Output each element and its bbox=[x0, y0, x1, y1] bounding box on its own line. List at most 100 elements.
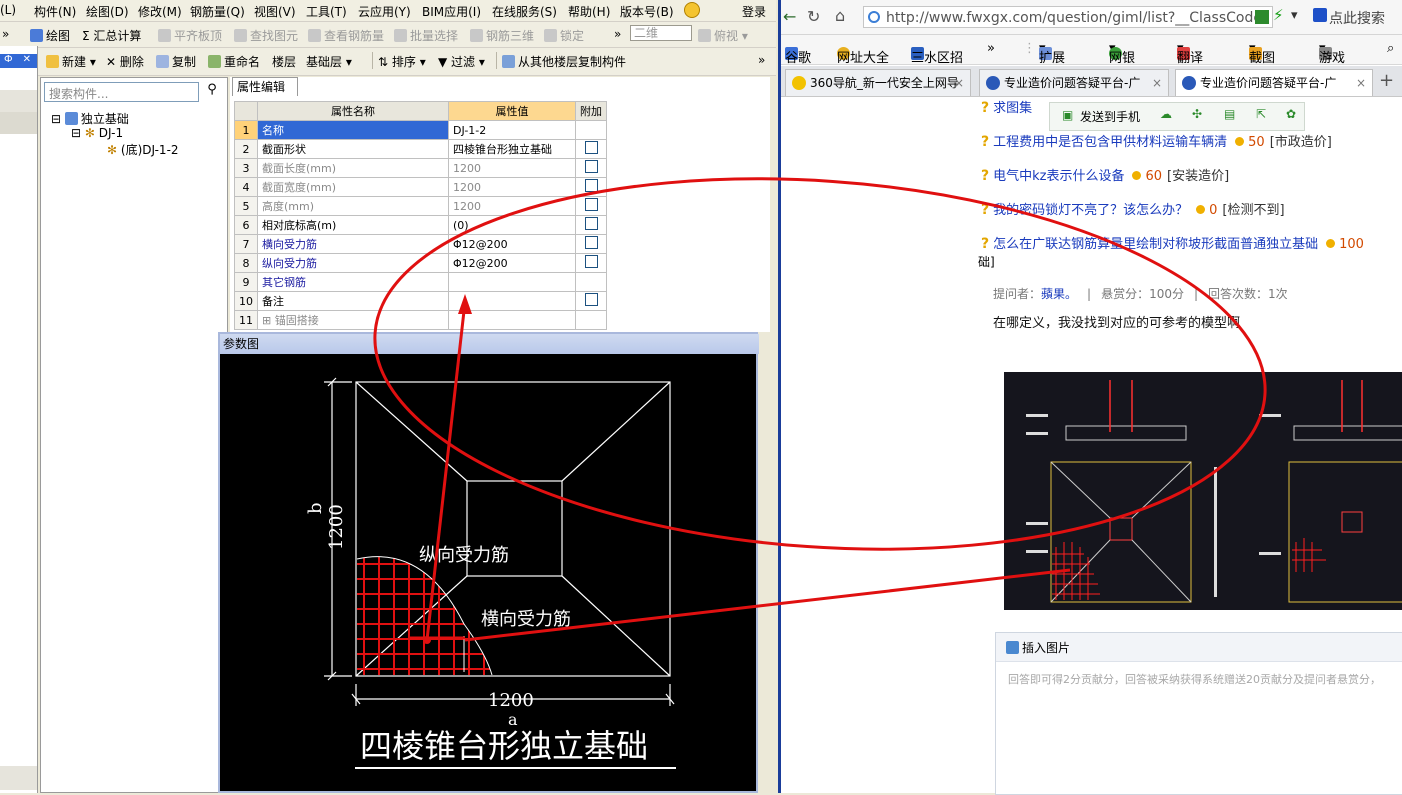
screenshot-button[interactable]: 截图 ▾ bbox=[1249, 41, 1275, 66]
extensions-button[interactable]: 扩展 ▾ bbox=[1039, 41, 1065, 66]
property-name[interactable]: 其它钢筋 bbox=[257, 272, 449, 292]
lightning-icon[interactable]: ⚡ bbox=[1273, 6, 1284, 24]
view-rebar-button[interactable]: 查看钢筋量 bbox=[308, 27, 384, 44]
property-value-input[interactable] bbox=[448, 272, 576, 292]
property-row[interactable]: 4 截面宽度(mm) 1200 bbox=[234, 177, 607, 197]
search-hint[interactable]: 点此搜索 bbox=[1329, 8, 1385, 28]
chevron-double-right-icon[interactable]: » bbox=[2, 27, 9, 41]
batch-select-button[interactable]: 批量选择 bbox=[394, 27, 458, 44]
extra-checkbox[interactable] bbox=[584, 293, 598, 306]
send-to-phone-button[interactable]: 发送到手机 bbox=[1080, 108, 1140, 125]
property-value-input[interactable]: (0) bbox=[448, 215, 576, 235]
property-row[interactable]: 8 纵向受力筋 Φ12@200 bbox=[234, 253, 607, 273]
helmet-icon[interactable] bbox=[684, 2, 700, 18]
property-name[interactable]: 横向受力筋 bbox=[257, 234, 449, 254]
property-value-input[interactable]: 1200 bbox=[448, 196, 576, 216]
component-search-input[interactable]: 搜索构件... bbox=[44, 82, 199, 102]
chevron-double-right-icon[interactable]: » bbox=[758, 53, 765, 67]
answer-textarea[interactable]: 回答即可得2分贡献分，回答被采纳获得系统赠送20贡献分及提问者悬赏分， bbox=[1008, 671, 1381, 687]
back-arrow-icon[interactable]: ← bbox=[783, 7, 796, 26]
collapse-icon[interactable]: ⊟ bbox=[51, 112, 61, 126]
qr-code-icon[interactable] bbox=[1255, 10, 1269, 24]
tree-leaf-node[interactable]: ✻ (底)DJ-1-2 bbox=[107, 141, 179, 158]
translate-button[interactable]: 翻译 ▾ bbox=[1177, 41, 1203, 66]
share-icon[interactable]: ⇱ bbox=[1256, 107, 1266, 121]
pin-icon[interactable]: Ф bbox=[4, 54, 13, 65]
question-item[interactable]: ? 电气中kz表示什么设备 60 [安装造价] bbox=[981, 165, 1229, 184]
menu-item-version[interactable]: 版本号(B) bbox=[620, 3, 674, 20]
question-item[interactable]: ? 求图集 bbox=[981, 97, 1032, 116]
tab-fwxgx-active[interactable]: 专业造价问题答疑平台-广 × bbox=[1175, 69, 1373, 96]
nav-item[interactable] bbox=[0, 90, 37, 112]
property-name[interactable]: 截面长度(mm) bbox=[257, 158, 449, 178]
extra-checkbox[interactable] bbox=[584, 179, 598, 192]
tree-child-node[interactable]: ⊟ ✻ DJ-1 bbox=[71, 126, 123, 140]
new-button[interactable]: 新建 ▾ bbox=[46, 53, 96, 70]
gear-icon[interactable]: ✿ bbox=[1286, 107, 1296, 121]
menu-item-component[interactable]: 构件(N) bbox=[34, 3, 76, 20]
url-input[interactable]: http://www.fwxgx.com/question/giml/list?… bbox=[863, 6, 1273, 28]
question-item[interactable]: ? 我的密码锁灯不亮了？该怎么办？ 0 [检测不到] bbox=[981, 199, 1285, 218]
bank-button[interactable]: 网银 ▾ bbox=[1109, 41, 1135, 66]
property-value-input[interactable]: Φ12@200 bbox=[448, 234, 576, 254]
cad-drawing-image[interactable] bbox=[1004, 372, 1402, 610]
property-row[interactable]: 1 名称 DJ-1-2 bbox=[234, 120, 607, 140]
floor-select[interactable]: 基础层 ▾ bbox=[306, 53, 352, 70]
question-title-link[interactable]: 电气中kz表示什么设备 bbox=[993, 169, 1124, 184]
property-value-input[interactable] bbox=[448, 291, 576, 311]
find-element-button[interactable]: 查找图元 bbox=[234, 27, 298, 44]
nav-item[interactable] bbox=[0, 112, 37, 134]
delete-button[interactable]: ✕ 删除 bbox=[106, 53, 144, 70]
menu-item-rebar-qty[interactable]: 钢筋量(Q) bbox=[190, 3, 245, 20]
phone-icon[interactable]: ▣ bbox=[1062, 108, 1073, 122]
extra-checkbox[interactable] bbox=[584, 141, 598, 154]
asker-name[interactable]: 蘋果。 bbox=[1041, 287, 1077, 301]
tab-property-edit[interactable]: 属性编辑 bbox=[232, 77, 298, 96]
property-name[interactable]: ⊞ 锚固搭接 bbox=[257, 310, 449, 330]
question-category[interactable]: [检测不到] bbox=[1222, 203, 1284, 218]
close-tab-icon[interactable]: × bbox=[954, 70, 964, 96]
property-name[interactable]: 高度(mm) bbox=[257, 196, 449, 216]
question-category[interactable]: [安装造价] bbox=[1167, 169, 1229, 184]
property-name[interactable]: 纵向受力筋 bbox=[257, 253, 449, 273]
search-icon[interactable]: ⌕ bbox=[1387, 41, 1394, 56]
property-row[interactable]: 7 横向受力筋 Φ12@200 bbox=[234, 234, 607, 254]
view-direction-select[interactable]: 俯视 ▾ bbox=[698, 27, 748, 44]
close-tab-icon[interactable]: × bbox=[1356, 70, 1366, 96]
insert-image-button[interactable]: 插入图片 bbox=[1022, 641, 1070, 655]
property-row[interactable]: 2 截面形状 四棱锥台形独立基础 bbox=[234, 139, 607, 159]
menu-item-modify[interactable]: 修改(M) bbox=[138, 3, 182, 20]
chevron-double-right-icon[interactable]: » bbox=[614, 27, 621, 41]
property-value-input[interactable]: 四棱锥台形独立基础 bbox=[448, 139, 576, 159]
games-button[interactable]: 游戏 ▾ bbox=[1319, 41, 1345, 66]
search-icon[interactable]: ⚲ bbox=[201, 82, 223, 102]
tree-root-node[interactable]: ⊟ 独立基础 bbox=[51, 110, 129, 127]
question-title-link[interactable]: 求图集 bbox=[993, 101, 1032, 116]
chevron-down-icon[interactable]: ▾ bbox=[1291, 8, 1298, 23]
copy-from-floor-button[interactable]: 从其他楼层复制构件 bbox=[502, 53, 626, 70]
extra-checkbox[interactable] bbox=[584, 255, 598, 268]
question-title-link[interactable]: 我的密码锁灯不亮了？该怎么办？ bbox=[993, 203, 1188, 218]
expand-icon[interactable]: ⊞ bbox=[262, 314, 275, 327]
property-name[interactable]: 相对底标高(m) bbox=[257, 215, 449, 235]
reload-icon[interactable]: ↻ bbox=[807, 7, 820, 26]
property-row[interactable]: 5 高度(mm) 1200 bbox=[234, 196, 607, 216]
extra-checkbox[interactable] bbox=[584, 236, 598, 249]
question-item[interactable]: ? 工程费用中是否包含甲供材料运输车辆清 50 [市政造价] bbox=[981, 131, 1332, 150]
property-row[interactable]: 9 其它钢筋 bbox=[234, 272, 607, 292]
question-title-link[interactable]: 工程费用中是否包含甲供材料运输车辆清 bbox=[993, 135, 1227, 150]
rebar-3d-button[interactable]: 钢筋三维 bbox=[470, 27, 534, 44]
property-name[interactable]: 备注 bbox=[257, 291, 449, 311]
cloud-icon[interactable]: ☁ bbox=[1160, 107, 1172, 121]
chevron-double-right-icon[interactable]: » bbox=[987, 41, 995, 56]
menu-item-draw[interactable]: 绘图(D) bbox=[86, 3, 129, 20]
copy-button[interactable]: 复制 bbox=[156, 53, 196, 70]
property-name[interactable]: 名称 bbox=[257, 120, 449, 140]
flat-board-button[interactable]: 平齐板顶 bbox=[158, 27, 222, 44]
new-tab-plus-icon[interactable]: + bbox=[1379, 70, 1394, 91]
tab-fwxgx-1[interactable]: 专业造价问题答疑平台-广 × bbox=[979, 69, 1169, 96]
menu-item-l[interactable]: (L) bbox=[0, 3, 16, 17]
rename-button[interactable]: 重命名 bbox=[208, 53, 260, 70]
collapse-icon[interactable]: ⊟ bbox=[71, 126, 81, 140]
menu-item-cloud[interactable]: 云应用(Y) bbox=[358, 3, 411, 20]
